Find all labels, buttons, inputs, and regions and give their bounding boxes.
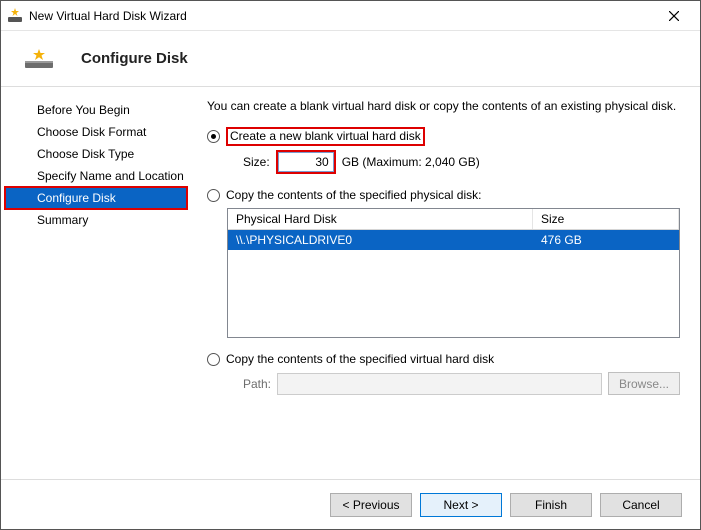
cancel-button[interactable]: Cancel bbox=[600, 493, 682, 517]
step-choose-disk-format[interactable]: Choose Disk Format bbox=[5, 121, 187, 143]
step-summary[interactable]: Summary bbox=[5, 209, 187, 231]
col-physical-disk[interactable]: Physical Hard Disk bbox=[228, 209, 533, 229]
size-label: Size: bbox=[243, 155, 270, 169]
next-button[interactable]: Next > bbox=[420, 493, 502, 517]
cell-size: 476 GB bbox=[533, 230, 679, 250]
col-size[interactable]: Size bbox=[533, 209, 679, 229]
radio-blank[interactable] bbox=[207, 130, 220, 143]
step-before-you-begin[interactable]: Before You Begin bbox=[5, 99, 187, 121]
wizard-header-icon bbox=[25, 49, 53, 69]
step-choose-disk-type[interactable]: Choose Disk Type bbox=[5, 143, 187, 165]
option-virtual-row: Copy the contents of the specified virtu… bbox=[207, 352, 680, 366]
titlebar: New Virtual Hard Disk Wizard bbox=[1, 1, 700, 31]
header: Configure Disk bbox=[1, 31, 700, 87]
previous-button[interactable]: < Previous bbox=[330, 493, 412, 517]
description: You can create a blank virtual hard disk… bbox=[207, 99, 680, 113]
physical-disk-grid: Physical Hard Disk Size \\.\PHYSICALDRIV… bbox=[227, 208, 680, 338]
cell-disk: \\.\PHYSICALDRIVE0 bbox=[228, 230, 533, 250]
option-blank-row: Create a new blank virtual hard disk bbox=[207, 127, 680, 146]
main-panel: You can create a blank virtual hard disk… bbox=[191, 87, 700, 479]
step-configure-disk[interactable]: Configure Disk bbox=[5, 187, 187, 209]
grid-row[interactable]: \\.\PHYSICALDRIVE0 476 GB bbox=[228, 230, 679, 250]
radio-virtual[interactable] bbox=[207, 353, 220, 366]
path-label: Path: bbox=[243, 377, 271, 391]
option-physical-label[interactable]: Copy the contents of the specified physi… bbox=[226, 188, 481, 202]
wizard-window: New Virtual Hard Disk Wizard Configure D… bbox=[0, 0, 701, 530]
page-title: Configure Disk bbox=[81, 50, 188, 67]
option-virtual-label[interactable]: Copy the contents of the specified virtu… bbox=[226, 352, 494, 366]
window-title: New Virtual Hard Disk Wizard bbox=[29, 9, 654, 23]
size-input-highlight bbox=[276, 150, 336, 174]
sidebar: Before You Begin Choose Disk Format Choo… bbox=[1, 87, 191, 479]
wizard-icon bbox=[7, 8, 23, 24]
path-input bbox=[277, 373, 602, 395]
footer: < Previous Next > Finish Cancel bbox=[1, 479, 700, 529]
size-unit: GB (Maximum: 2,040 GB) bbox=[342, 155, 480, 169]
finish-button[interactable]: Finish bbox=[510, 493, 592, 517]
radio-physical[interactable] bbox=[207, 189, 220, 202]
grid-header: Physical Hard Disk Size bbox=[228, 209, 679, 230]
option-blank-label[interactable]: Create a new blank virtual hard disk bbox=[226, 127, 425, 146]
path-row: Path: Browse... bbox=[243, 372, 680, 395]
step-specify-name-location[interactable]: Specify Name and Location bbox=[5, 165, 187, 187]
browse-button: Browse... bbox=[608, 372, 680, 395]
option-physical-row: Copy the contents of the specified physi… bbox=[207, 188, 680, 202]
size-input[interactable] bbox=[278, 152, 334, 172]
size-row: Size: GB (Maximum: 2,040 GB) bbox=[243, 150, 680, 174]
close-button[interactable] bbox=[654, 2, 694, 30]
